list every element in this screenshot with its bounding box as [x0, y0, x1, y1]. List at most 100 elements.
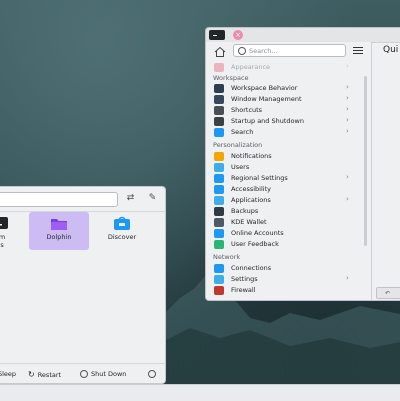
app-label: Discover — [107, 233, 137, 241]
app-tile-discover[interactable]: Discover — [92, 212, 152, 250]
scrollbar[interactable] — [364, 76, 367, 246]
sidebar-item-label: Accessibility — [231, 185, 271, 193]
page-title: Qui — [383, 45, 399, 55]
settings-search-input[interactable]: Search... — [233, 44, 346, 57]
divider — [371, 42, 372, 300]
sidebar-item-label: Startup and Shutdown — [231, 117, 304, 125]
pin-icon[interactable]: ✎ — [147, 193, 158, 204]
chevron-right-icon: › — [346, 116, 349, 124]
sidebar-item-backups[interactable]: Backups — [206, 206, 363, 217]
keyboard-icon — [214, 106, 224, 115]
sidebar-item-label: Shortcuts — [231, 106, 263, 114]
system-settings-icon — [209, 30, 225, 40]
sidebar-item-kde-wallet[interactable]: KDE Wallet — [206, 217, 363, 228]
sidebar-item-label: Firewall — [231, 286, 256, 294]
close-icon[interactable]: × — [233, 30, 243, 40]
settings-sidebar: Search... Appearance › Workspace Workspace … — [206, 42, 371, 300]
sidebar-item-settings[interactable]: Settings › — [206, 274, 363, 285]
sidebar-item-regional-settings[interactable]: Regional Settings › — [206, 173, 363, 184]
bell-icon — [214, 152, 224, 161]
category-header: Personalization — [213, 141, 263, 149]
sidebar-item-label: Backups — [231, 207, 259, 215]
sidebar-item-label: Online Accounts — [231, 229, 284, 237]
sidebar-item-accessibility[interactable]: Accessibility — [206, 184, 363, 195]
system-settings-window: × Search... Appearance › Workspace Workspac… — [205, 27, 400, 301]
sidebar-item-label: KDE Wallet — [231, 218, 267, 226]
appearance-icon — [214, 63, 224, 72]
reset-button[interactable]: ↶ — [376, 287, 400, 299]
sidebar-item-window-management[interactable]: Window Management › — [206, 94, 363, 105]
users-icon — [214, 163, 224, 172]
launcher-search-input[interactable] — [0, 192, 118, 207]
hamburger-menu-icon[interactable] — [353, 47, 363, 54]
regional-icon — [214, 174, 224, 183]
shutdown-button[interactable]: Shut Down — [80, 370, 126, 378]
sidebar-item-user-feedback[interactable]: User Feedback — [206, 239, 363, 250]
sidebar-item-label: Appearance — [231, 63, 271, 71]
system-settings-icon — [0, 217, 8, 229]
sidebar-item-label: Notifications — [231, 152, 272, 160]
sidebar-item-search[interactable]: Search › — [206, 127, 363, 138]
sidebar-item-label: Connections — [231, 264, 272, 272]
applications-icon — [214, 196, 224, 205]
sidebar-item-firewall[interactable]: Firewall — [206, 285, 363, 296]
window-icon — [214, 95, 224, 104]
firewall-icon — [214, 286, 224, 295]
sidebar-item-shortcuts[interactable]: Shortcuts › — [206, 105, 363, 116]
sleep-button[interactable]: Sleep — [0, 370, 16, 378]
sidebar-item-label: Regional Settings — [231, 174, 288, 182]
search-icon — [238, 47, 246, 55]
chevron-right-icon: › — [346, 94, 349, 102]
sidebar-item-users[interactable]: Users — [206, 162, 363, 173]
chevron-right-icon: › — [346, 83, 349, 91]
sidebar-item-label: User Feedback — [231, 240, 279, 248]
title-bar: × — [206, 28, 400, 43]
workspace-icon — [214, 84, 224, 93]
search-placeholder: Search... — [249, 47, 278, 55]
taskbar — [0, 384, 400, 401]
chevron-right-icon: › — [346, 173, 349, 181]
accessibility-icon — [214, 185, 224, 194]
app-label: em gs — [0, 233, 6, 249]
shutdown-label: Shut Down — [91, 370, 127, 378]
sidebar-item-label: Applications — [231, 196, 271, 204]
category-header: Workspace — [213, 74, 249, 82]
power-icon — [80, 370, 88, 378]
chevron-right-icon: › — [346, 105, 349, 113]
app-launcher: ⇄ ✎ em gs Dolphin Discover Sleep ↻ Resta… — [0, 186, 166, 384]
search-icon — [214, 128, 224, 137]
sidebar-item-label: Window Management — [231, 95, 302, 103]
sidebar-item-label: Search — [231, 128, 254, 136]
sidebar-item-label: Users — [231, 163, 250, 171]
backups-icon — [214, 207, 224, 216]
more-icon — [148, 370, 156, 378]
sidebar-item-label: Settings — [231, 275, 258, 283]
app-tile-dolphin[interactable]: Dolphin — [29, 212, 89, 250]
sidebar-item-online-accounts[interactable]: Online Accounts — [206, 228, 363, 239]
wallet-icon — [214, 218, 224, 227]
restart-icon: ↻ — [28, 370, 35, 379]
sidebar-item-notifications[interactable]: Notifications — [206, 151, 363, 162]
configure-icon[interactable]: ⇄ — [125, 193, 136, 204]
network-settings-icon — [214, 275, 224, 284]
sidebar-item-connections[interactable]: Connections — [206, 263, 363, 274]
chevron-right-icon: › — [346, 62, 349, 70]
app-tile-system-settings[interactable]: em gs — [0, 212, 30, 250]
more-button[interactable] — [148, 370, 156, 378]
sleep-label: Sleep — [0, 370, 17, 378]
chevron-right-icon: › — [346, 195, 349, 203]
store-icon — [114, 216, 130, 230]
sidebar-item-appearance[interactable]: Appearance › — [206, 62, 363, 73]
restart-button[interactable]: ↻ Restart — [28, 370, 61, 379]
connections-icon — [214, 264, 224, 273]
accounts-icon — [214, 229, 224, 238]
folder-icon — [51, 219, 67, 230]
sidebar-item-applications[interactable]: Applications › — [206, 195, 363, 206]
restart-label: Restart — [37, 370, 62, 379]
sidebar-item-workspace-behavior[interactable]: Workspace Behavior › — [206, 83, 363, 94]
app-label: Dolphin — [46, 233, 72, 241]
category-header: Network — [213, 253, 241, 261]
home-icon[interactable] — [214, 46, 226, 58]
sidebar-item-startup-and-shutdown[interactable]: Startup and Shutdown › — [206, 116, 363, 127]
chevron-right-icon: › — [346, 274, 349, 282]
